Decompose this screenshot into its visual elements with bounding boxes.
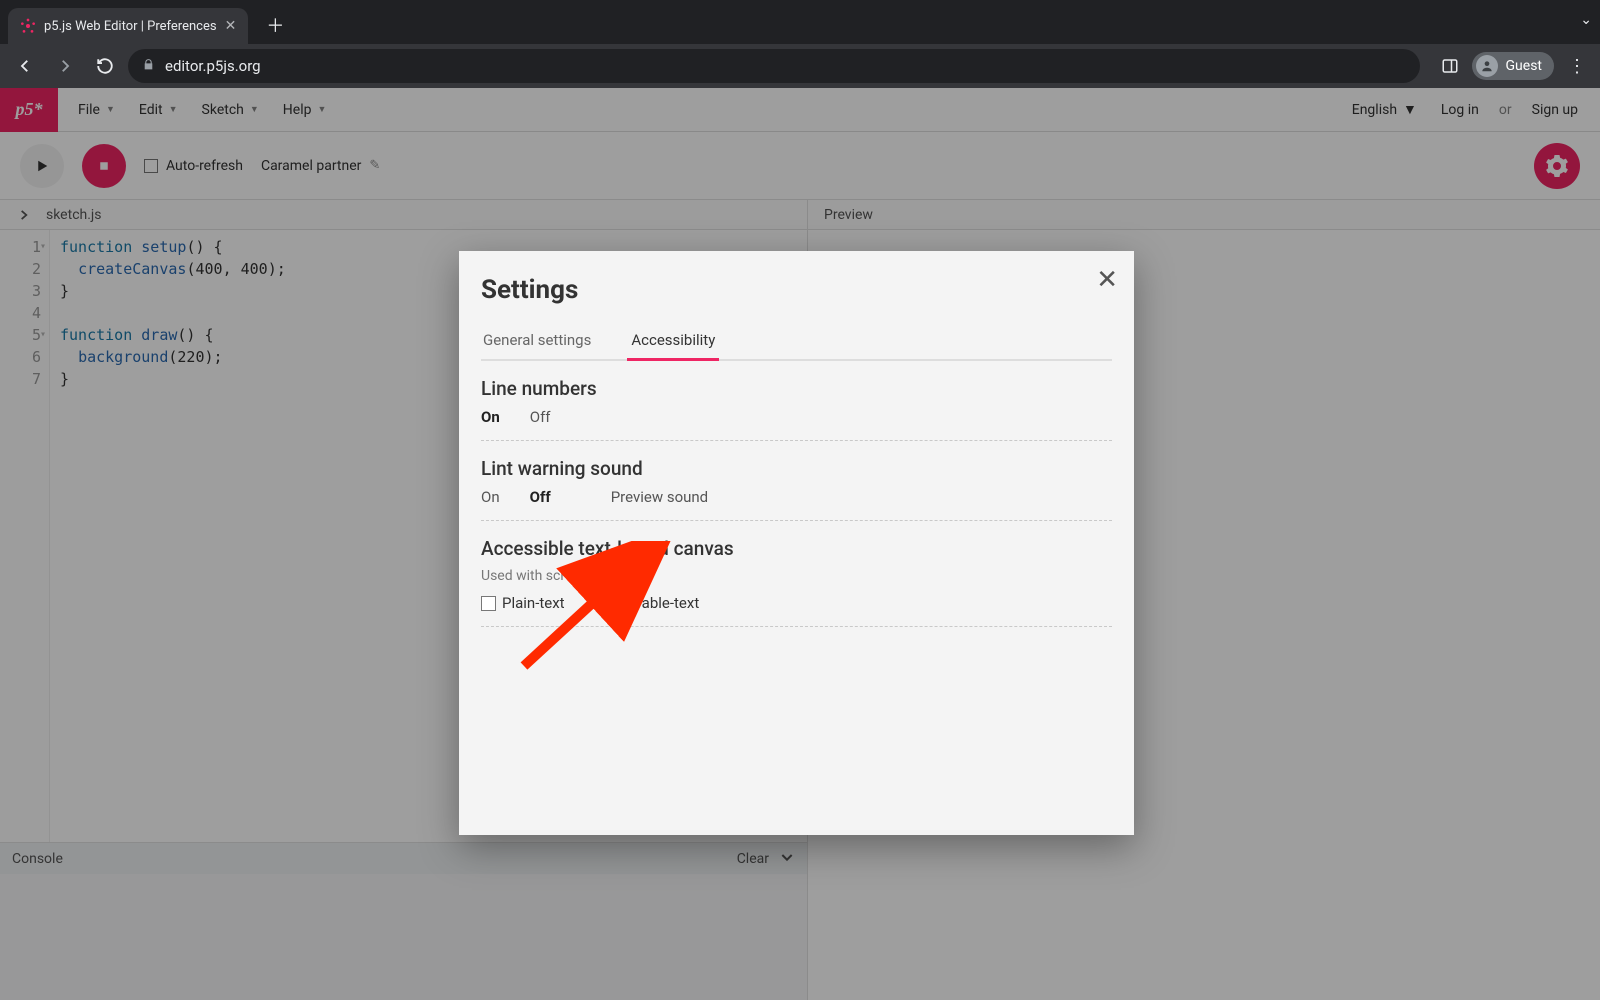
section-line-numbers: Line numbers On Off	[481, 361, 1112, 441]
settings-tabs: General settings Accessibility	[481, 323, 1112, 361]
sketch-name[interactable]: Caramel partner ✎	[261, 158, 380, 174]
new-tab-button[interactable]: ＋	[258, 8, 292, 42]
table-text-checkbox[interactable]: Table-text	[613, 594, 700, 612]
sketch-name-label: Caramel partner	[261, 158, 361, 174]
line-numbers-on[interactable]: On	[481, 408, 500, 426]
chevron-down-icon: ▼	[106, 104, 115, 115]
menu-help[interactable]: Help▼	[273, 88, 337, 132]
p5-logo[interactable]: p5*	[0, 88, 58, 132]
console-label: Console	[12, 851, 63, 867]
section-hint: Used with screen reader	[481, 568, 1112, 584]
checkbox-icon	[481, 596, 496, 611]
settings-button[interactable]	[1534, 143, 1580, 189]
forward-button[interactable]	[48, 49, 82, 83]
stop-button[interactable]	[82, 144, 126, 188]
reload-button[interactable]	[88, 49, 122, 83]
menu-sketch[interactable]: Sketch▼	[192, 88, 269, 132]
auto-refresh-toggle[interactable]: Auto-refresh	[144, 158, 243, 174]
checkbox-checked-icon	[613, 596, 628, 611]
tab-general-settings[interactable]: General settings	[481, 323, 593, 359]
settings-modal: Settings ✕ General settings Accessibilit…	[459, 251, 1134, 835]
chevron-down-icon[interactable]	[779, 849, 795, 869]
chevron-down-icon: ▼	[317, 104, 326, 115]
close-modal-icon[interactable]: ✕	[1096, 265, 1118, 295]
panel-icon[interactable]	[1436, 52, 1464, 80]
filename-label[interactable]: sketch.js	[46, 207, 102, 223]
browser-menu-icon[interactable]: ⋮	[1562, 56, 1592, 77]
clear-console-button[interactable]: Clear	[737, 851, 769, 867]
language-selector[interactable]: English▼	[1342, 101, 1427, 118]
avatar-icon	[1476, 55, 1498, 77]
checkbox-label: Table-text	[634, 594, 700, 612]
lint-off[interactable]: Off	[530, 488, 551, 506]
section-title: Accessible text-based canvas	[481, 537, 1112, 560]
browser-tab[interactable]: p5.js Web Editor | Preferences ✕	[8, 8, 248, 44]
chevron-down-icon: ▼	[1403, 101, 1417, 118]
preview-label: Preview	[824, 207, 873, 223]
play-button[interactable]	[20, 144, 64, 188]
section-title: Line numbers	[481, 377, 1112, 400]
login-link[interactable]: Log in	[1431, 88, 1489, 132]
chevron-down-icon: ▼	[169, 104, 178, 115]
lint-on[interactable]: On	[481, 488, 500, 506]
back-button[interactable]	[8, 49, 42, 83]
checkbox-label: Plain-text	[502, 594, 565, 612]
pencil-icon: ✎	[369, 158, 380, 173]
auto-refresh-label: Auto-refresh	[166, 158, 243, 174]
p5-favicon	[20, 18, 36, 34]
lint-preview-sound[interactable]: Preview sound	[611, 488, 708, 506]
checkbox-icon	[144, 159, 158, 173]
tab-accessibility[interactable]: Accessibility	[629, 323, 717, 359]
address-url: editor.p5js.org	[165, 57, 261, 75]
address-bar[interactable]: editor.p5js.org	[128, 49, 1420, 83]
profile-label: Guest	[1506, 58, 1542, 74]
app-menubar: p5* File▼ Edit▼ Sketch▼ Help▼ English▼ L…	[0, 88, 1600, 132]
section-accessible-canvas: Accessible text-based canvas Used with s…	[481, 521, 1112, 627]
plain-text-checkbox[interactable]: Plain-text	[481, 594, 565, 612]
chevron-down-icon: ▼	[250, 104, 259, 115]
profile-chip[interactable]: Guest	[1472, 52, 1554, 80]
section-lint-sound: Lint warning sound On Off Preview sound	[481, 441, 1112, 521]
lock-icon	[142, 58, 155, 75]
control-bar: Auto-refresh Caramel partner ✎	[0, 132, 1600, 200]
menu-edit[interactable]: Edit▼	[129, 88, 188, 132]
console-body	[0, 874, 807, 1000]
section-title: Lint warning sound	[481, 457, 1112, 480]
modal-title: Settings	[481, 275, 1112, 305]
gutter: ▾ 1234 ▾ 567	[0, 230, 50, 842]
tabs-dropdown-icon[interactable]: ⌄	[1580, 12, 1592, 28]
line-numbers-off[interactable]: Off	[530, 408, 551, 426]
expand-sidebar-icon[interactable]	[12, 203, 36, 227]
browser-tab-title: p5.js Web Editor | Preferences	[44, 19, 217, 34]
menu-file[interactable]: File▼	[68, 88, 125, 132]
signup-link[interactable]: Sign up	[1522, 88, 1588, 132]
close-tab-icon[interactable]: ✕	[225, 18, 237, 34]
or-label: or	[1499, 102, 1512, 118]
